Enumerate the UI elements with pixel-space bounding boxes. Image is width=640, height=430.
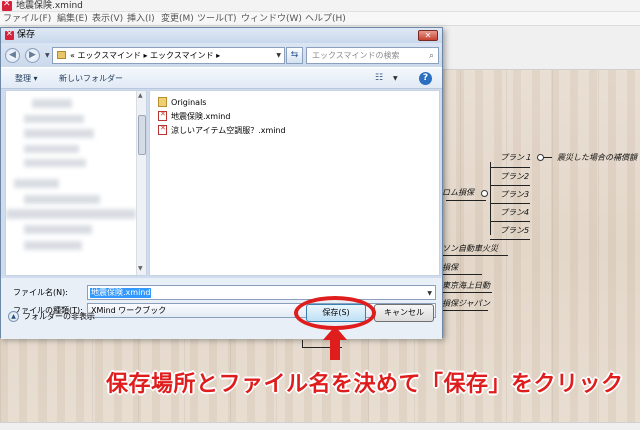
breadcrumb[interactable]: « エックスマインド ▸ エックスマインド ▸ (70, 48, 220, 63)
branch-node (481, 190, 488, 197)
menu-edit[interactable]: 編集(E) (57, 12, 88, 26)
menu-file[interactable]: ファイル(F) (3, 12, 51, 26)
xmind-logo-icon (5, 29, 14, 40)
navigation-pane[interactable]: ▲ ▼ (5, 90, 147, 276)
dialog-titlebar: 保存 ✕ (1, 28, 442, 43)
plan-note[interactable]: 震災した場合の補償額 (557, 152, 637, 163)
nav-item-blurred[interactable] (24, 225, 92, 234)
filename-label: ファイル名(N): (13, 288, 68, 297)
app-title: 地震保険.xmind (16, 1, 83, 11)
chevron-down-icon[interactable]: ▼ (276, 52, 281, 59)
topic-insurer[interactable]: 損保ジャパン (442, 298, 490, 309)
dialog-title: 保存 (17, 30, 36, 40)
file-name: Originals (171, 98, 207, 107)
search-icon[interactable]: ⌕ (429, 51, 434, 61)
status-bar (0, 422, 640, 430)
topic-underline (442, 255, 508, 256)
topic-underline (442, 310, 488, 311)
note-line (544, 157, 552, 158)
arrow-shaft (330, 338, 340, 360)
address-bar[interactable]: « エックスマインド ▸ エックスマインド ▸ ▼ (52, 47, 285, 64)
menu-tools[interactable]: ツール(T) (197, 12, 237, 26)
plan-line (490, 203, 530, 204)
back-button[interactable]: ◀ (5, 48, 20, 63)
app-titlebar: 地震保険.xmind (0, 0, 640, 12)
plan-line (490, 239, 530, 240)
topic-insurer[interactable]: 損保 (442, 262, 458, 273)
menu-window[interactable]: ウィンドウ(W) (241, 12, 302, 26)
chevron-down-icon[interactable]: ▼ (427, 290, 432, 297)
nav-item-blurred[interactable] (24, 115, 84, 123)
nav-item-blurred[interactable] (24, 241, 82, 250)
file-list[interactable]: Originals 地震保険.xmind 涼しいアイテム空調服？.xmind (149, 90, 440, 276)
plan-topic[interactable]: プラン3 (500, 189, 529, 200)
plan-line (490, 185, 530, 186)
xmind-file-icon (158, 124, 167, 135)
branch-line (446, 200, 486, 201)
nav-item-blurred[interactable] (6, 209, 136, 219)
menu-help[interactable]: ヘルプ(H) (305, 12, 346, 26)
plan-line (490, 167, 530, 168)
topic-insurer[interactable]: ソン自動車火災 (442, 243, 498, 254)
search-placeholder: エックスマインドの検索 (312, 51, 400, 60)
menu-insert[interactable]: 挿入(I) (127, 12, 155, 26)
search-input[interactable]: エックスマインドの検索 ⌕ (306, 47, 439, 64)
instruction-caption: 保存場所とファイル名を決めて「保存」をクリック (106, 372, 624, 397)
address-row: ◀ ▶ ▼ « エックスマインド ▸ エックスマインド ▸ ▼ ⇆ エックスマイ… (1, 43, 442, 67)
topic-insurer-partial[interactable]: ロム損保 (442, 187, 474, 198)
chevron-up-icon: ▲ (8, 311, 19, 322)
filename-value: 地震保険.xmind (90, 288, 152, 298)
topic-underline (442, 274, 482, 275)
history-dropdown-icon[interactable]: ▼ (45, 52, 50, 59)
file-name: 地震保険.xmind (171, 112, 231, 121)
close-button[interactable]: ✕ (418, 30, 438, 41)
plan-topic[interactable]: プラン4 (500, 207, 529, 218)
chevron-down-icon[interactable]: ▼ (393, 75, 398, 82)
highlight-ring (294, 296, 376, 330)
nav-item-blurred[interactable] (24, 195, 100, 204)
topic-insurer[interactable]: 東京海上日動 (442, 280, 490, 291)
plan-topic[interactable]: プラン5 (500, 225, 529, 236)
scroll-down-icon[interactable]: ▼ (138, 265, 143, 272)
topic-underline (442, 292, 492, 293)
plan-topic[interactable]: プラン１ (500, 152, 532, 163)
nav-item-blurred[interactable] (24, 159, 86, 167)
xmind-file-icon (158, 110, 167, 121)
nav-item-blurred[interactable] (32, 99, 72, 108)
command-bar: 整理 ▾ 新しいフォルダー ☷ ▼ ? (1, 67, 442, 89)
menu-modify[interactable]: 変更(M) (161, 12, 194, 26)
new-folder-button[interactable]: 新しいフォルダー (59, 68, 123, 89)
plan-node (537, 154, 544, 161)
plan-topic[interactable]: プラン2 (500, 171, 529, 182)
cancel-button[interactable]: キャンセル (374, 304, 434, 322)
scroll-thumb[interactable] (138, 115, 146, 155)
app-menubar: ファイル(F) 編集(E) 表示(V) 挿入(I) 変更(M) ツール(T) ウ… (0, 12, 640, 26)
nav-item-blurred[interactable] (24, 145, 79, 153)
save-dialog: 保存 ✕ ◀ ▶ ▼ « エックスマインド ▸ エックスマインド ▸ ▼ ⇆ エ… (0, 27, 443, 339)
filename-field[interactable]: 地震保険.xmind ▼ (87, 285, 436, 300)
nav-item-blurred[interactable] (24, 129, 94, 138)
nav-item-blurred[interactable] (14, 179, 59, 188)
menu-view[interactable]: 表示(V) (92, 12, 123, 26)
help-icon[interactable]: ? (419, 72, 432, 85)
scrollbar[interactable]: ▲ ▼ (136, 91, 146, 275)
folder-icon (158, 97, 167, 107)
refresh-button[interactable]: ⇆ (286, 47, 303, 64)
xmind-logo-icon (2, 0, 12, 11)
hide-folders-label: フォルダーの非表示 (23, 312, 95, 321)
forward-button[interactable]: ▶ (25, 48, 40, 63)
branch-connector (490, 162, 491, 235)
file-name: 涼しいアイテム空調服？.xmind (171, 126, 286, 135)
plan-line (490, 221, 530, 222)
filetype-value: XMind ワークブック (91, 306, 167, 315)
view-options-icon[interactable]: ☷ (375, 73, 383, 83)
folder-icon (57, 51, 66, 59)
organize-button[interactable]: 整理 ▾ (15, 68, 38, 89)
scroll-up-icon[interactable]: ▲ (138, 92, 143, 99)
